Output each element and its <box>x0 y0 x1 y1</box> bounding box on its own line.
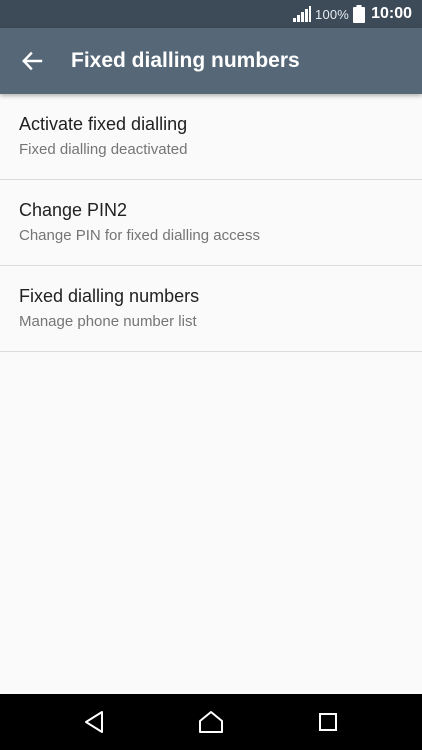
status-bar: 100% 10:00 <box>0 0 422 28</box>
list-item-subtitle: Manage phone number list <box>19 313 197 330</box>
list-item-title: Activate fixed dialling <box>19 114 188 134</box>
home-icon <box>199 711 223 733</box>
arrow-back-icon <box>22 51 43 71</box>
list-item-subtitle: Fixed dialling deactivated <box>19 141 188 158</box>
battery-icon <box>353 5 366 23</box>
app-bar: Fixed dialling numbers <box>0 28 422 94</box>
screen: 100% 10:00 Fixed dialling numbers Activa… <box>0 0 422 750</box>
recents-icon <box>319 713 337 731</box>
nav-back-button[interactable] <box>80 708 108 736</box>
list-item-activate-fixed-dialling[interactable]: Activate fixed dialling Fixed dialling d… <box>0 94 422 180</box>
nav-home-button[interactable] <box>197 708 225 736</box>
nav-recents-button[interactable] <box>314 708 342 736</box>
list-item-title: Fixed dialling numbers <box>19 286 200 306</box>
signal-icon <box>293 6 312 22</box>
page-title: Fixed dialling numbers <box>71 49 300 72</box>
status-indicators: 100% 10:00 <box>293 0 412 28</box>
back-triangle-icon <box>85 711 103 733</box>
battery-percent: 100% <box>315 6 350 22</box>
status-clock: 10:00 <box>371 5 412 22</box>
navigation-bar <box>0 694 422 750</box>
list-item-change-pin2[interactable]: Change PIN2 Change PIN for fixed diallin… <box>0 180 422 266</box>
back-button[interactable] <box>14 43 50 79</box>
list-item-title: Change PIN2 <box>19 200 128 220</box>
list-item-subtitle: Change PIN for fixed dialling access <box>19 227 260 244</box>
list-item-fixed-dialling-numbers[interactable]: Fixed dialling numbers Manage phone numb… <box>0 266 422 352</box>
settings-list: Activate fixed dialling Fixed dialling d… <box>0 94 422 352</box>
